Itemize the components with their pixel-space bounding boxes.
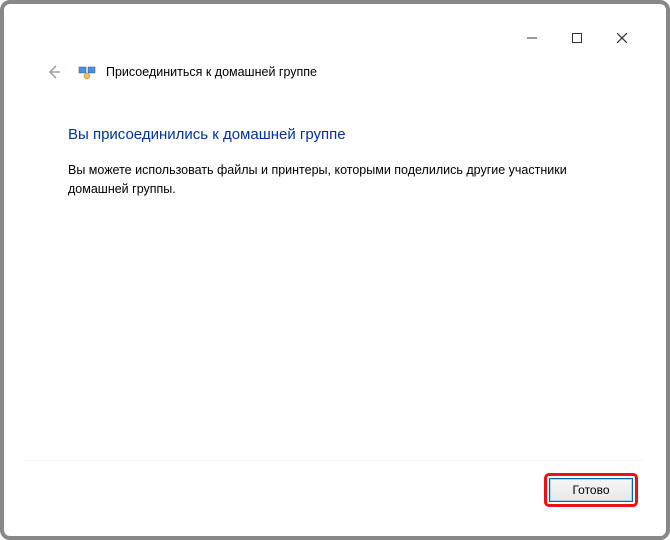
wizard-title: Присоединиться к домашней группе <box>106 65 317 79</box>
dialog-window: Присоединиться к домашней группе Вы прис… <box>26 22 644 518</box>
back-button[interactable] <box>40 58 68 86</box>
body-text: Вы можете использовать файлы и принтеры,… <box>68 161 608 199</box>
done-button[interactable]: Готово <box>549 478 633 502</box>
back-arrow-icon <box>44 62 64 82</box>
wizard-header: Присоединиться к домашней группе <box>26 52 644 102</box>
titlebar <box>26 22 644 52</box>
content-area: Вы присоединились к домашней группе Вы м… <box>26 102 644 460</box>
homegroup-icon <box>78 63 96 81</box>
maximize-button[interactable] <box>554 24 599 52</box>
page-heading: Вы присоединились к домашней группе <box>68 126 614 143</box>
done-button-highlight: Готово <box>544 473 638 507</box>
footer: Готово <box>26 460 644 518</box>
screenshot-frame: Присоединиться к домашней группе Вы прис… <box>0 0 670 540</box>
minimize-icon <box>527 33 537 43</box>
maximize-icon <box>572 33 582 43</box>
close-button[interactable] <box>599 24 644 52</box>
close-icon <box>617 33 627 43</box>
minimize-button[interactable] <box>509 24 554 52</box>
